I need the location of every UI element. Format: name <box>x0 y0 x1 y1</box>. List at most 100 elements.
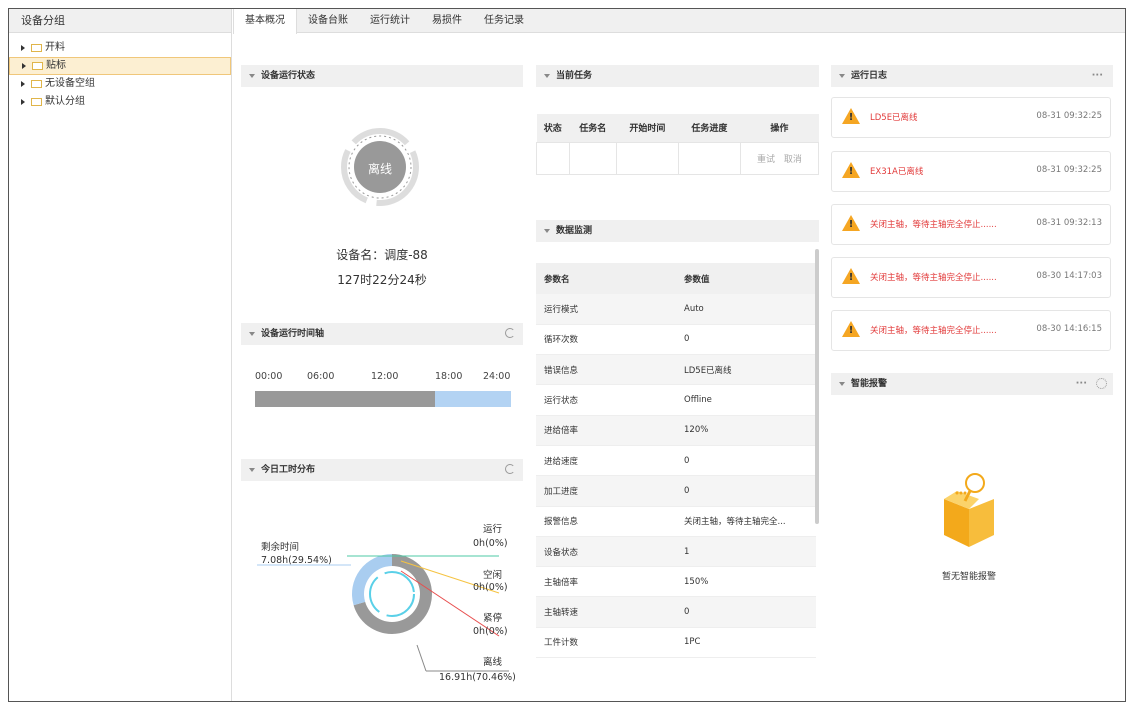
log-time: 08-30 14:17:03 <box>1036 271 1102 281</box>
table-row: 设备状态 1 <box>536 536 816 568</box>
log-item[interactable]: ! LD5E已离线 08-31 09:32:25 <box>831 97 1111 138</box>
param-value-cell: 0 <box>676 445 816 477</box>
tree-item-label: 无设备空组 <box>45 78 95 89</box>
tab-bar: 基本概况 设备台账 运行统计 易损件 任务记录 <box>233 9 1125 34</box>
tree-item-tiebiao[interactable]: 贴标 <box>9 57 231 75</box>
collapse-icon[interactable] <box>544 229 550 233</box>
table-row: 主轴转速 0 <box>536 596 816 628</box>
legend-idle-value: 0h(0%) <box>473 582 508 593</box>
tree-item-empty-group[interactable]: 无设备空组 <box>9 75 231 93</box>
param-value-cell: 150% <box>676 566 816 598</box>
table-row: 加工进度 0 <box>536 475 816 507</box>
caret-right-icon[interactable] <box>21 99 25 105</box>
worktime-panel-title: 今日工时分布 <box>261 465 316 475</box>
folder-icon <box>31 98 42 106</box>
param-value-cell: LD5E已离线 <box>676 354 816 386</box>
gear-icon[interactable] <box>1096 378 1107 389</box>
donut-inner-ring <box>369 571 415 617</box>
data-table-header: 参数名 参数值 <box>536 263 816 294</box>
param-value-cell: 1PC <box>676 627 816 659</box>
param-name-cell: 循环次数 <box>536 324 676 356</box>
worktime-panel-header[interactable]: 今日工时分布 <box>241 459 523 481</box>
param-name-cell: 工件计数 <box>536 627 676 659</box>
data-table-scrollbar[interactable] <box>815 249 819 524</box>
legend-running-label: 运行 <box>483 524 503 535</box>
device-name: 设备名：调度-88 <box>336 248 428 262</box>
no-alarm-text: 暂无智能报警 <box>941 572 996 582</box>
status-panel-header[interactable]: 设备运行状态 <box>241 65 523 87</box>
column-header: 操作 <box>740 114 819 142</box>
legend-running-value: 0h(0%) <box>473 538 508 549</box>
collapse-icon[interactable] <box>544 74 550 78</box>
caret-right-icon[interactable] <box>21 45 25 51</box>
log-item[interactable]: ! 关闭主轴，等待主轴完全停止...... 08-31 09:32:13 <box>831 204 1111 245</box>
collapse-icon[interactable] <box>249 332 255 336</box>
log-text: EX31A已离线 <box>870 167 924 177</box>
tab-wear-parts[interactable]: 易损件 <box>421 9 473 32</box>
caret-right-icon[interactable] <box>22 63 26 69</box>
log-item[interactable]: ! EX31A已离线 08-31 09:32:25 <box>831 151 1111 192</box>
log-text: 关闭主轴，等待主轴完全停止...... <box>870 220 997 230</box>
more-icon[interactable]: ··· <box>1092 65 1103 87</box>
more-icon[interactable]: ··· <box>1076 373 1087 395</box>
refresh-icon[interactable] <box>505 328 515 338</box>
column-header: 开始时间 <box>616 114 679 142</box>
magnifier-lens <box>965 473 985 493</box>
tab-task-records[interactable]: 任务记录 <box>473 9 535 32</box>
cancel-button[interactable]: 取消 <box>784 155 802 165</box>
tab-statistics[interactable]: 运行统计 <box>359 9 421 32</box>
status-panel-title: 设备运行状态 <box>261 71 316 81</box>
tab-overview[interactable]: 基本概况 <box>233 9 297 34</box>
log-time: 08-31 09:32:13 <box>1036 218 1102 228</box>
worktime-donut-chart <box>257 554 509 672</box>
log-text: LD5E已离线 <box>870 113 918 123</box>
remaining-value: 7.08h(29.54%) <box>261 555 332 566</box>
dot <box>955 491 959 495</box>
legend-line-offline <box>416 644 427 672</box>
app-frame: 设备分组 开料 贴标 无设备空组 默认分组 基本概况 设备台账 运行统计 易损件… <box>8 8 1126 702</box>
timeline-bar <box>255 391 511 407</box>
param-value-cell: 关闭主轴，等待主轴完全... <box>676 506 816 537</box>
param-value-cell: Offline <box>676 384 816 416</box>
param-name-cell: 设备状态 <box>536 536 676 568</box>
log-panel-title: 运行日志 <box>851 71 888 81</box>
param-value-cell: 0 <box>676 596 816 628</box>
group-tree: 开料 贴标 无设备空组 默认分组 <box>9 33 231 111</box>
warning-exclamation: ! <box>848 272 854 283</box>
column-header: 参数值 <box>676 263 816 294</box>
collapse-icon[interactable] <box>249 468 255 472</box>
alarm-panel-header[interactable]: 智能报警 ··· <box>831 373 1113 395</box>
collapse-icon[interactable] <box>249 74 255 78</box>
refresh-icon[interactable] <box>505 464 515 474</box>
tree-item-kailiao[interactable]: 开料 <box>9 39 231 57</box>
log-item[interactable]: ! 关闭主轴，等待主轴完全停止...... 08-30 14:17:03 <box>831 257 1111 298</box>
collapse-icon[interactable] <box>839 382 845 386</box>
collapse-icon[interactable] <box>839 74 845 78</box>
log-time: 08-30 14:16:15 <box>1036 324 1102 334</box>
timeline-panel-header[interactable]: 设备运行时间轴 <box>241 323 523 345</box>
caret-right-icon[interactable] <box>21 81 25 87</box>
retry-button[interactable]: 重试 <box>757 155 775 165</box>
param-name-cell: 进给倍率 <box>536 415 676 446</box>
task-panel-header[interactable]: 当前任务 <box>536 65 819 87</box>
log-panel-header[interactable]: 运行日志 ··· <box>831 65 1113 87</box>
data-panel-title: 数据监测 <box>556 226 593 236</box>
table-cell <box>615 141 679 175</box>
tree-item-default-group[interactable]: 默认分组 <box>9 93 231 111</box>
data-panel-header[interactable]: 数据监测 <box>536 220 819 242</box>
param-value-cell: 0 <box>676 475 816 507</box>
tree-item-label: 默认分组 <box>45 96 85 107</box>
column-header: 任务进度 <box>678 114 741 142</box>
legend-offline-value: 16.91h(70.46%) <box>439 672 516 683</box>
param-name-cell: 错误信息 <box>536 354 676 386</box>
legend-estop-value: 0h(0%) <box>473 626 508 637</box>
column-header: 状态 <box>536 114 570 142</box>
param-value-cell: 120% <box>676 415 816 446</box>
task-table-header: 状态 任务名 开始时间 任务进度 操作 <box>536 114 819 142</box>
donut-remaining-slice[interactable] <box>352 554 392 606</box>
tab-ledger[interactable]: 设备台账 <box>297 9 359 32</box>
log-item[interactable]: ! 关闭主轴，等待主轴完全停止...... 08-30 14:16:15 <box>831 310 1111 351</box>
table-row: 重试 取消 <box>536 141 820 175</box>
param-name-cell: 报警信息 <box>536 506 676 537</box>
device-group-sidebar: 设备分组 开料 贴标 无设备空组 默认分组 <box>9 9 232 701</box>
